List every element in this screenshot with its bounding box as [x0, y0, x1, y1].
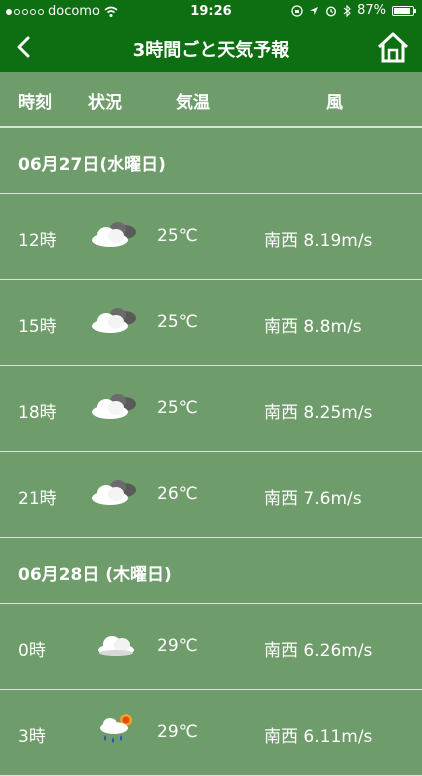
forecast-time: 15時 [18, 317, 57, 337]
cloud-icon [98, 636, 134, 656]
forecast-temperature: 25℃ [157, 226, 198, 246]
forecast-wind: 南西 6.26m/s [264, 641, 373, 661]
forecast-temperature: 25℃ [157, 312, 198, 332]
forecast-time: 12時 [18, 231, 57, 251]
page-title: 3時間ごと天気予報 [132, 40, 290, 61]
column-header-time: 時刻 [18, 93, 52, 113]
bluetooth-icon [343, 4, 351, 17]
forecast-temperature: 26℃ [157, 484, 198, 504]
forecast-wind: 南西 7.6m/s [264, 489, 362, 509]
forecast-wind: 南西 6.11m/s [264, 727, 373, 747]
forecast-row[interactable]: 0時 29℃ 南西 6.26m/s [0, 604, 422, 690]
forecast-time: 3時 [18, 727, 46, 747]
nav-bar: 3時間ごと天気予報 [0, 24, 422, 72]
location-icon [310, 6, 319, 15]
alarm-icon [326, 5, 337, 17]
column-header-temperature: 気温 [176, 93, 210, 113]
date-header: 06月27日(水曜日) [0, 128, 422, 194]
rain-sun-icon [100, 714, 132, 743]
forecast-temperature: 29℃ [157, 722, 198, 742]
column-header-condition: 状況 [88, 93, 122, 113]
forecast-row[interactable]: 18時 25℃ 南西 8.25m/s [0, 366, 422, 452]
battery-percent: 87% [357, 3, 386, 18]
battery-fill [394, 7, 410, 14]
forecast-wind: 南西 8.25m/s [264, 403, 373, 423]
cloudy-icon [92, 394, 136, 419]
forecast-wind: 南西 8.19m/s [264, 231, 373, 251]
cloudy-icon [92, 308, 136, 333]
cloudy-icon [92, 480, 136, 505]
forecast-row[interactable]: 15時 25℃ 南西 8.8m/s [0, 280, 422, 366]
forecast-wind: 南西 8.8m/s [264, 317, 362, 337]
cloudy-icon [92, 222, 136, 247]
column-header-bar: 時刻 状況 気温 風 [0, 72, 422, 128]
battery-icon [392, 5, 416, 16]
column-header-wind: 風 [326, 93, 343, 113]
date-header: 06月28日 (木曜日) [0, 538, 422, 604]
forecast-temperature: 25℃ [157, 398, 198, 418]
forecast-temperature: 29℃ [157, 636, 198, 656]
forecast-row[interactable]: 21時 26℃ 南西 7.6m/s [0, 452, 422, 538]
forecast-row[interactable]: 3時 29℃ 南西 6.11m/s [0, 690, 422, 776]
forecast-time: 21時 [18, 489, 57, 509]
forecast-time: 0時 [18, 641, 46, 661]
forecast-row[interactable]: 12時 25℃ 南西 8.19m/s [0, 194, 422, 280]
status-right: 87% [291, 3, 416, 18]
status-bar: docomo 19:26 87% [0, 0, 422, 24]
forecast-list[interactable]: 06月27日(水曜日) 12時 25℃ 南西 8.19m/s 15時 25℃ 南… [0, 128, 422, 776]
rotation-lock-icon [291, 4, 303, 17]
forecast-time: 18時 [18, 403, 57, 423]
home-icon[interactable] [376, 30, 410, 64]
